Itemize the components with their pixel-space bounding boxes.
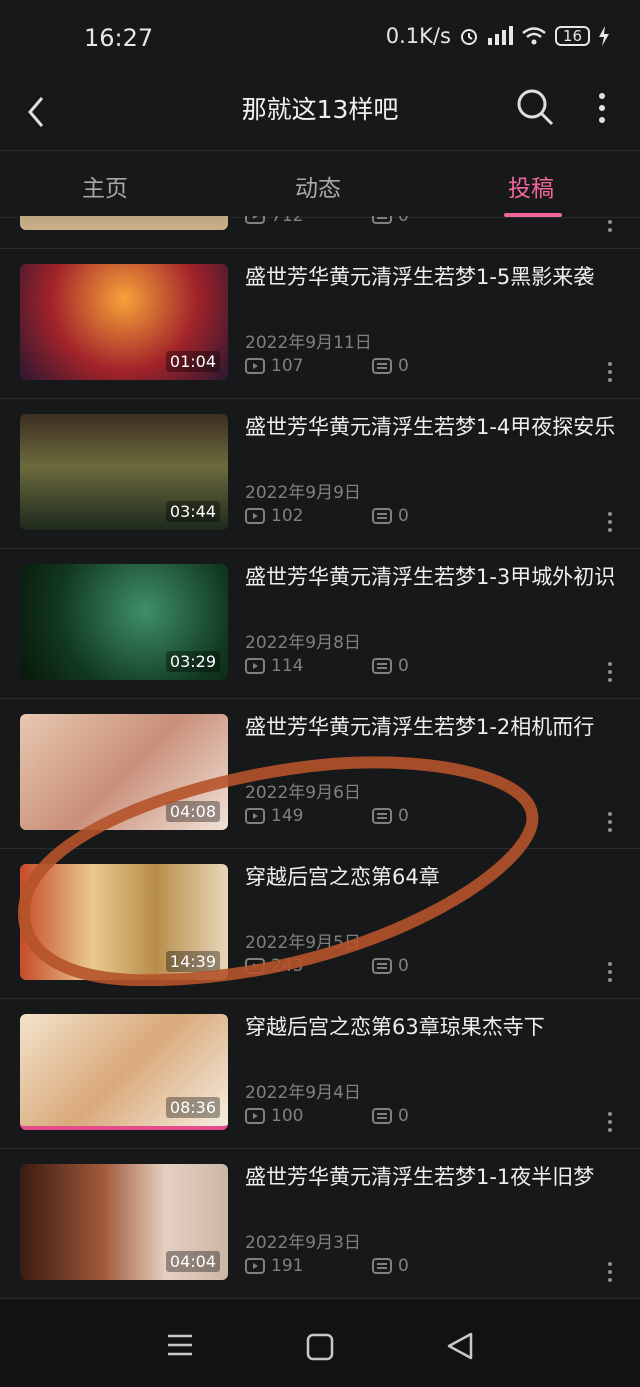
more-icon[interactable] (590, 88, 614, 128)
view-count: 102 (271, 506, 304, 526)
nav-back-icon[interactable] (446, 1331, 474, 1361)
tab-activity[interactable]: 动态 (295, 169, 341, 203)
list-item[interactable]: 04:08 盛世芳华黄元清浮生若梦1-2相机而行 2022年9月6日 149 0 (0, 698, 640, 849)
comment-icon (372, 658, 392, 674)
item-more-icon[interactable] (604, 1260, 616, 1284)
tab-submissions[interactable]: 投稿 (508, 169, 554, 203)
video-title[interactable]: 穿越后宫之恋第63章琼果杰寺下 (245, 1012, 617, 1042)
video-thumbnail[interactable]: 03:44 (20, 414, 228, 530)
list-item[interactable]: 14:39 穿越后宫之恋第64章 2022年9月5日 243 0 (0, 848, 640, 999)
view-count: 114 (271, 656, 304, 676)
play-icon (245, 358, 265, 374)
comment-icon (372, 1258, 392, 1274)
view-count: 191 (271, 1256, 304, 1276)
comment-count: 0 (398, 216, 409, 226)
view-count: 107 (271, 356, 304, 376)
system-nav-bar (0, 1299, 640, 1387)
item-more-icon[interactable] (604, 960, 616, 984)
video-date: 2022年9月4日 (245, 1083, 361, 1103)
comment-count: 0 (398, 1256, 409, 1276)
comment-count: 0 (398, 356, 409, 376)
item-more-icon[interactable] (604, 360, 616, 384)
item-more-icon[interactable] (604, 1110, 616, 1134)
video-list[interactable]: 712 0 01:04 盛世芳华黄元清浮生若梦1-5黑影来袭 2022年9月11… (0, 216, 640, 1299)
comment-count: 0 (398, 956, 409, 976)
list-item[interactable]: 01:04 盛世芳华黄元清浮生若梦1-5黑影来袭 2022年9月11日 107 … (0, 248, 640, 399)
video-duration: 14:39 (165, 951, 220, 972)
video-duration: 01:04 (165, 351, 220, 372)
home-icon[interactable] (306, 1333, 334, 1361)
comment-icon (372, 508, 392, 524)
network-speed: 0.1K/s (385, 24, 451, 48)
video-duration: 03:44 (165, 501, 220, 522)
comment-icon (372, 808, 392, 824)
video-title[interactable]: 盛世芳华黄元清浮生若梦1-5黑影来袭 (245, 262, 617, 292)
comment-count: 0 (398, 506, 409, 526)
status-time: 16:27 (84, 24, 154, 52)
video-title[interactable]: 盛世芳华黄元清浮生若梦1-1夜半旧梦 (245, 1162, 617, 1192)
view-count: 712 (271, 216, 304, 226)
video-thumbnail[interactable]: 04:08 (20, 714, 228, 830)
list-item[interactable]: 03:29 盛世芳华黄元清浮生若梦1-3甲城外初识 2022年9月8日 114 … (0, 548, 640, 699)
video-duration: 04:04 (165, 1251, 220, 1272)
video-thumbnail[interactable]: 04:04 (20, 1164, 228, 1280)
video-thumbnail[interactable]: 08:36 (20, 1014, 228, 1130)
video-date: 2022年9月3日 (245, 1233, 361, 1253)
comment-icon (372, 358, 392, 374)
play-icon (245, 1108, 265, 1124)
charging-icon (599, 26, 609, 46)
header: 那就这13样吧 (0, 78, 640, 150)
video-date: 2022年9月6日 (245, 783, 361, 803)
item-more-icon[interactable] (604, 810, 616, 834)
video-thumbnail[interactable]: 14:39 (20, 864, 228, 980)
video-duration: 08:36 (165, 1097, 220, 1118)
alarm-icon (460, 29, 477, 45)
list-item[interactable]: 04:04 盛世芳华黄元清浮生若梦1-1夜半旧梦 2022年9月3日 191 0 (0, 1148, 640, 1299)
view-count: 149 (271, 806, 304, 826)
comment-icon (372, 1108, 392, 1124)
list-item[interactable]: 03:44 盛世芳华黄元清浮生若梦1-4甲夜探安乐 2022年9月9日 102 … (0, 398, 640, 549)
list-item-partial[interactable]: 712 0 (0, 216, 640, 249)
play-icon (245, 1258, 265, 1274)
video-title[interactable]: 盛世芳华黄元清浮生若梦1-4甲夜探安乐 (245, 412, 617, 442)
tab-bar: 主页 动态 投稿 (0, 150, 640, 218)
video-title[interactable]: 盛世芳华黄元清浮生若梦1-3甲城外初识 (245, 562, 617, 592)
play-icon (245, 808, 265, 824)
video-title[interactable]: 穿越后宫之恋第64章 (245, 862, 617, 892)
search-icon[interactable] (514, 86, 556, 128)
tab-home[interactable]: 主页 (82, 169, 128, 203)
item-more-icon[interactable] (604, 660, 616, 684)
wifi-icon (522, 27, 546, 45)
video-title[interactable]: 盛世芳华黄元清浮生若梦1-2相机而行 (245, 712, 617, 742)
video-thumbnail[interactable]: 03:29 (20, 564, 228, 680)
play-icon (245, 658, 265, 674)
play-icon (245, 508, 265, 524)
item-more-icon[interactable] (604, 510, 616, 534)
comment-icon (372, 958, 392, 974)
play-icon (245, 958, 265, 974)
comment-count: 0 (398, 806, 409, 826)
menu-icon[interactable] (166, 1333, 194, 1357)
comment-icon (372, 216, 392, 224)
view-count: 243 (271, 956, 304, 976)
status-bar: 16:27 0.1K/s 16 (0, 0, 640, 78)
list-item[interactable]: 08:36 穿越后宫之恋第63章琼果杰寺下 2022年9月4日 100 0 (0, 998, 640, 1149)
video-date: 2022年9月8日 (245, 633, 361, 653)
item-more-icon[interactable] (604, 216, 616, 234)
play-icon (245, 216, 265, 224)
signal-icon (487, 26, 513, 45)
video-thumbnail[interactable] (20, 216, 228, 230)
comment-count: 0 (398, 1106, 409, 1126)
video-date: 2022年9月5日 (245, 933, 361, 953)
video-date: 2022年9月9日 (245, 483, 361, 503)
video-date: 2022年9月11日 (245, 333, 372, 353)
video-duration: 03:29 (165, 651, 220, 672)
comment-count: 0 (398, 656, 409, 676)
video-duration: 04:08 (165, 801, 220, 822)
video-thumbnail[interactable]: 01:04 (20, 264, 228, 380)
view-count: 100 (271, 1106, 304, 1126)
battery-icon: 16 (554, 26, 590, 46)
